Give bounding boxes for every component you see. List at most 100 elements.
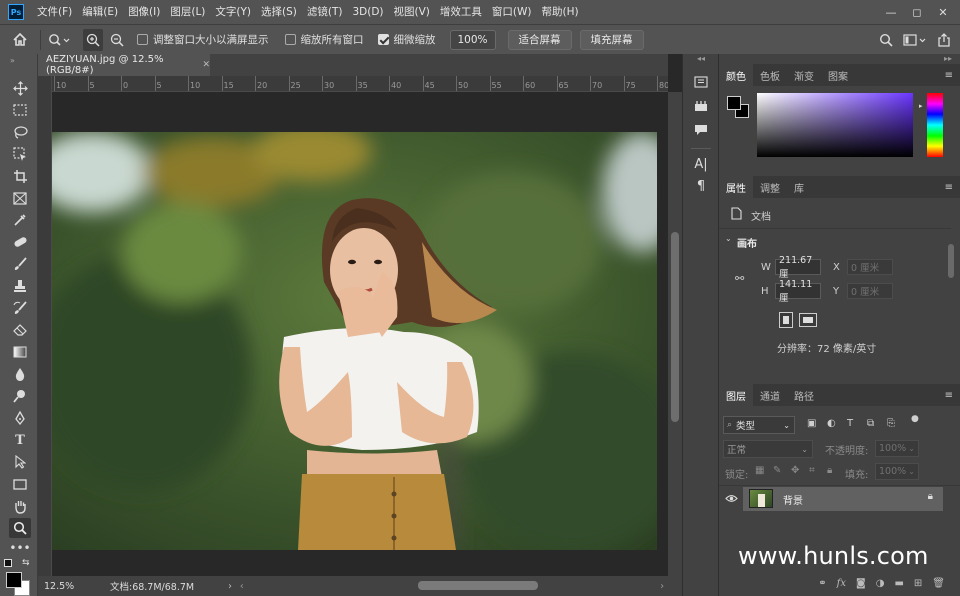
search-icon[interactable] — [874, 29, 898, 51]
home-icon[interactable] — [0, 29, 40, 51]
fill-field[interactable]: 100% ⌄ — [875, 463, 919, 480]
history-brush-tool-icon[interactable] — [9, 298, 31, 318]
swap-colors-icon[interactable]: ⇆ — [22, 558, 30, 568]
rectangle-tool-icon[interactable] — [9, 474, 31, 494]
resize-windows-checkbox[interactable] — [137, 34, 148, 45]
foreground-color-swatch[interactable] — [6, 572, 22, 588]
filter-pixel-icon[interactable]: ▣ — [807, 418, 816, 429]
canvas-vertical-scrollbar[interactable] — [668, 92, 682, 576]
type-tool-icon[interactable]: T — [9, 430, 31, 450]
paragraph-panel-icon[interactable]: ¶ — [692, 178, 710, 194]
lock-position-icon[interactable]: ✥ — [791, 465, 799, 476]
edit-toolbar-icon[interactable]: ••• — [9, 538, 31, 558]
vertical-scroll-thumb[interactable] — [671, 232, 679, 422]
filter-adjustment-icon[interactable]: ◐ — [827, 418, 836, 429]
filter-toggle-icon[interactable]: ● — [911, 414, 919, 424]
scroll-right-icon[interactable]: › — [660, 581, 664, 592]
portrait-orientation-icon[interactable] — [779, 312, 793, 328]
menu-3d[interactable]: 3D(D) — [347, 0, 388, 24]
crop-tool-icon[interactable] — [9, 166, 31, 186]
zoom-percent-field[interactable]: 100% — [449, 29, 496, 50]
layer-name[interactable]: 背景 — [783, 492, 803, 507]
new-layer-icon[interactable]: ⊞ — [914, 578, 922, 589]
lock-transparent-icon[interactable]: ▦ — [755, 465, 764, 476]
dodge-tool-icon[interactable] — [9, 386, 31, 406]
tab-swatches[interactable]: 色板 — [753, 64, 787, 86]
minimize-button[interactable]: — — [878, 0, 904, 24]
opacity-field[interactable]: 100% ⌄ — [875, 440, 919, 457]
zoom-out-icon[interactable] — [107, 29, 127, 51]
collapse-panels-icon[interactable]: ▸▸ — [944, 54, 952, 63]
link-dimensions-icon[interactable]: ⚯ — [735, 272, 744, 285]
tab-channels[interactable]: 通道 — [753, 384, 787, 406]
scroll-left-icon[interactable]: ‹ — [240, 581, 244, 592]
pen-tool-icon[interactable] — [9, 408, 31, 428]
eyedropper-tool-icon[interactable] — [9, 210, 31, 230]
scrubby-zoom-checkbox[interactable] — [377, 34, 389, 45]
filter-smart-object-icon[interactable]: ⎘ — [887, 418, 895, 429]
layers-panel-menu-icon[interactable]: ≡ — [945, 390, 953, 401]
lasso-tool-icon[interactable] — [9, 122, 31, 142]
menu-view[interactable]: 视图(V) — [389, 0, 435, 24]
marquee-tool-icon[interactable] — [9, 100, 31, 120]
document-size-info[interactable]: 文档:68.7M/68.7M — [110, 579, 194, 593]
tab-color[interactable]: 颜色 — [719, 64, 753, 86]
status-expand-icon[interactable]: › — [228, 581, 232, 592]
zoom-all-windows-checkbox[interactable] — [284, 34, 296, 45]
close-button[interactable]: ✕ — [930, 0, 956, 24]
color-picker-field[interactable] — [757, 93, 913, 157]
zoom-status[interactable]: 12.5% — [38, 581, 90, 592]
zoom-tool-preset-icon[interactable] — [41, 29, 77, 51]
new-group-icon[interactable]: ▬ — [894, 578, 903, 589]
layer-row[interactable]: 背景 🔒︎ — [743, 487, 943, 511]
section-collapse-icon[interactable]: ⌄ — [725, 234, 732, 243]
lock-artboard-icon[interactable]: ⌗ — [809, 465, 815, 476]
canvas-width-field[interactable]: 211.67 厘 — [775, 255, 821, 280]
close-tab-icon[interactable]: ✕ — [202, 60, 210, 70]
horizontal-scroll-thumb[interactable] — [418, 581, 538, 590]
menu-type[interactable]: 文字(Y) — [210, 0, 256, 24]
add-mask-icon[interactable]: ◙ — [856, 578, 866, 589]
comments-panel-icon[interactable] — [692, 122, 710, 138]
tab-properties[interactable]: 属性 — [719, 176, 753, 198]
share-icon[interactable] — [932, 29, 956, 51]
frame-tool-icon[interactable] — [9, 188, 31, 208]
collapse-dock-icon[interactable]: ◂◂ — [697, 54, 705, 63]
menu-select[interactable]: 选择(S) — [256, 0, 302, 24]
menu-file[interactable]: 文件(F) — [32, 0, 77, 24]
filter-type-icon[interactable]: T — [847, 418, 853, 429]
healing-brush-tool-icon[interactable] — [9, 232, 31, 252]
document-tab[interactable]: AEZIYUAN.jpg @ 12.5%(RGB/8#) ✕ — [38, 54, 210, 76]
hand-tool-icon[interactable] — [9, 496, 31, 516]
blur-tool-icon[interactable] — [9, 364, 31, 384]
tab-gradients[interactable]: 渐变 — [787, 64, 821, 86]
lock-image-icon[interactable]: ✎ — [773, 465, 781, 476]
document-image[interactable] — [52, 132, 657, 550]
menu-layer[interactable]: 图层(L) — [165, 0, 210, 24]
adjustment-layer-icon[interactable]: ◑ — [876, 578, 885, 589]
move-tool-icon[interactable] — [9, 78, 31, 98]
fill-screen-button[interactable]: 填充屏幕 — [579, 29, 644, 50]
layer-visibility-eye-icon[interactable] — [725, 493, 738, 506]
menu-edit[interactable]: 编辑(E) — [77, 0, 123, 24]
tab-libraries[interactable]: 库 — [787, 176, 811, 198]
landscape-orientation-icon[interactable] — [799, 313, 817, 327]
properties-scroll-thumb[interactable] — [948, 244, 954, 278]
layer-filter-select[interactable]: ⌕ 类型 ⌄ — [723, 416, 795, 434]
gradient-tool-icon[interactable] — [9, 342, 31, 362]
filter-shape-icon[interactable]: ⧉ — [867, 418, 874, 429]
object-select-tool-icon[interactable] — [9, 144, 31, 164]
menu-image[interactable]: 图像(I) — [123, 0, 165, 24]
clone-stamp-tool-icon[interactable] — [9, 276, 31, 296]
hue-slider[interactable] — [927, 93, 943, 157]
properties-panel-menu-icon[interactable]: ≡ — [945, 182, 953, 193]
tab-patterns[interactable]: 图案 — [821, 64, 855, 86]
eraser-tool-icon[interactable] — [9, 320, 31, 340]
tab-layers[interactable]: 图层 — [719, 384, 753, 406]
lock-all-icon[interactable]: 🔒︎ — [827, 465, 832, 476]
color-panel-menu-icon[interactable]: ≡ — [945, 70, 953, 81]
default-colors-icon[interactable] — [4, 559, 12, 567]
link-layers-icon[interactable]: ⚭ — [818, 578, 826, 589]
fit-screen-button[interactable]: 适合屏幕 — [507, 29, 572, 50]
actions-panel-icon[interactable] — [692, 98, 710, 114]
